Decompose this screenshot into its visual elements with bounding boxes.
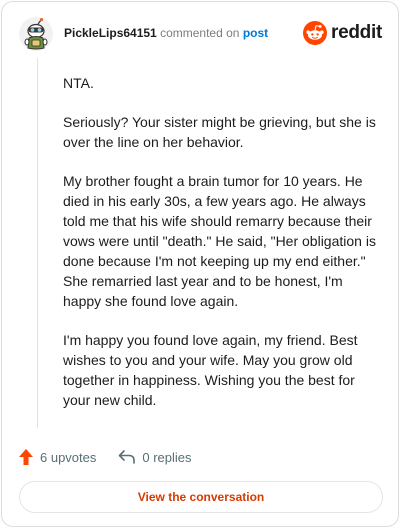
reply-count: 0 replies	[142, 449, 192, 465]
upvote-count: 6 upvotes	[40, 449, 97, 465]
comment-meta: PickleLips64151 commented on post	[64, 26, 268, 40]
comment-paragraph: NTA.	[63, 75, 94, 91]
reply-button[interactable]: 0 replies	[118, 449, 192, 465]
comment-body: NTA. Seriously? Your sister might be gri…	[63, 73, 381, 429]
username[interactable]: PickleLips64151	[64, 26, 157, 40]
snoo-avatar-icon[interactable]	[18, 16, 54, 52]
reply-arrow-icon	[119, 450, 136, 464]
reddit-wordmark: reddit	[331, 22, 382, 43]
comment-paragraph: Seriously? Your sister might be grieving…	[63, 114, 376, 150]
reddit-logo-icon	[303, 21, 328, 45]
comment-actions: 6 upvotes 0 replies	[18, 446, 192, 468]
comment-paragraph: My brother fought a brain tumor for 10 y…	[63, 173, 376, 309]
upvote-button[interactable]: 6 upvotes	[18, 448, 96, 466]
upvote-arrow-icon	[19, 449, 33, 465]
view-conversation-button[interactable]: View the conversation	[19, 481, 383, 513]
comment-embed-card: PickleLips64151 commented on post reddit…	[1, 1, 399, 527]
action-text: commented on	[160, 26, 240, 40]
reddit-brand[interactable]: reddit	[303, 20, 382, 46]
comment-header: PickleLips64151 commented on post reddit	[18, 16, 382, 56]
post-link[interactable]: post	[243, 26, 268, 40]
thread-line	[37, 58, 38, 428]
comment-paragraph: I'm happy you found love again, my frien…	[63, 332, 358, 408]
